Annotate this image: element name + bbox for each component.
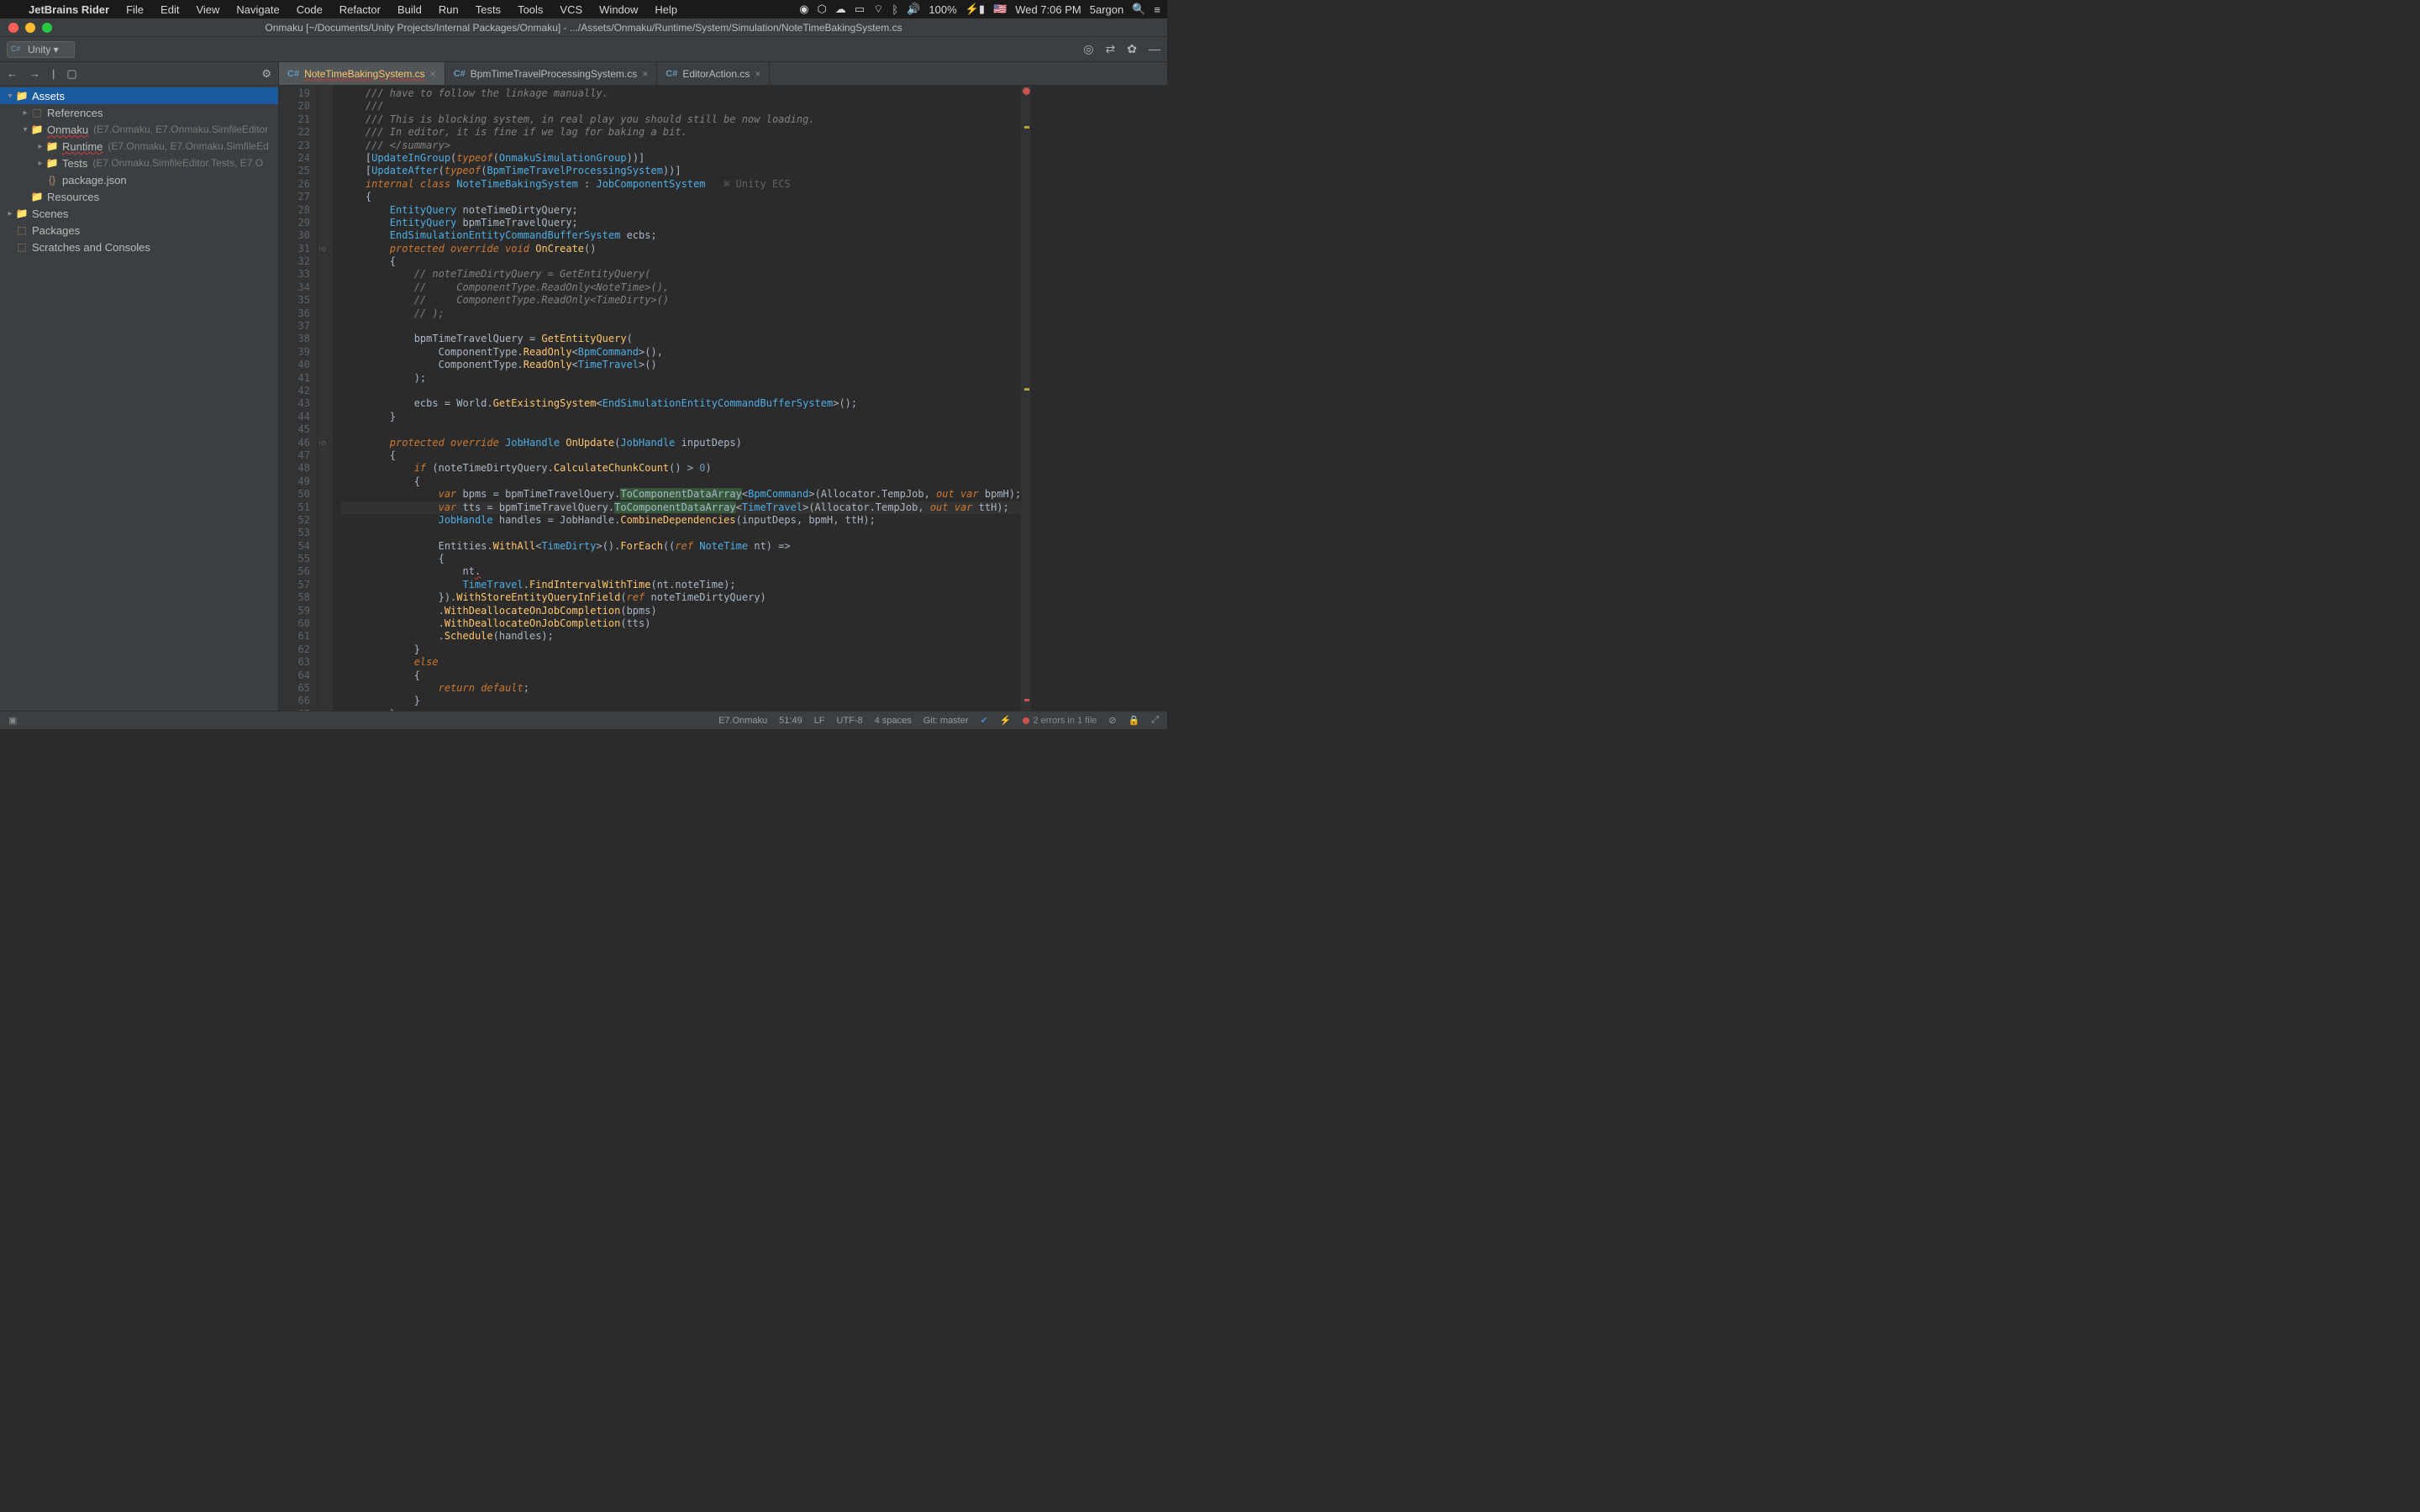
status-line-ending[interactable]: LF <box>814 716 825 726</box>
close-icon[interactable]: × <box>755 68 760 80</box>
tree-item[interactable]: ⬚Scratches and Consoles <box>0 239 278 255</box>
menu-code[interactable]: Code <box>288 3 331 16</box>
tree-item[interactable]: ▸📁Tests(E7.Onmaku.SimfileEditor.Tests, E… <box>0 155 278 171</box>
tree-item[interactable]: ▸⬚References <box>0 104 278 121</box>
status-errors[interactable]: 2 errors in 1 file <box>1023 716 1097 726</box>
display-icon[interactable]: ▭ <box>855 3 865 16</box>
tree-item[interactable]: ⬚Packages <box>0 222 278 239</box>
status-caret-position[interactable]: 51:49 <box>779 716 802 726</box>
status-bar: ▣ E7.Onmaku 51:49 LF UTF-8 4 spaces Git:… <box>0 711 1167 729</box>
tree-item[interactable]: ▾📁Onmaku(E7.Onmaku, E7.Onmaku.SimfileEdi… <box>0 121 278 138</box>
square-icon[interactable]: ▢ <box>66 67 76 81</box>
menu-help[interactable]: Help <box>646 3 686 16</box>
bolt-icon[interactable]: ⚡ <box>1000 715 1012 726</box>
menu-refactor[interactable]: Refactor <box>331 3 389 16</box>
flag-icon[interactable]: 🇺🇸 <box>993 3 1007 16</box>
app-name[interactable]: JetBrains Rider <box>20 3 118 16</box>
menu-tools[interactable]: Tools <box>509 3 551 16</box>
error-dot-icon <box>1023 717 1029 724</box>
marker-gutter[interactable]: ↑o↑o <box>318 86 333 711</box>
editor-area: C#NoteTimeBakingSystem.cs×C#BpmTimeTrave… <box>279 62 1167 711</box>
status-project: E7.Onmaku <box>718 716 767 726</box>
user[interactable]: 5argon <box>1090 3 1123 16</box>
tree-item[interactable]: {}package.json <box>0 171 278 188</box>
window-titlebar: Onmaku [~/Documents/Unity Projects/Inter… <box>0 18 1167 37</box>
tree-item[interactable]: 📁Resources <box>0 188 278 205</box>
error-indicator-icon[interactable] <box>1023 87 1030 95</box>
line-gutter[interactable]: 1920212223242526272829303132333435363738… <box>279 86 318 711</box>
status-encoding[interactable]: UTF-8 <box>837 716 863 726</box>
collapse-icon[interactable]: — <box>1149 42 1160 56</box>
bluetooth-icon[interactable]: ᛒ <box>892 3 898 16</box>
menu-build[interactable]: Build <box>389 3 430 16</box>
main-toolbar: Unity ▾ ◎ ⇄ ✿ — <box>0 37 1167 62</box>
editor-tab[interactable]: C#EditorAction.cs× <box>657 62 770 85</box>
menu-icon[interactable]: ≡ <box>1154 3 1160 16</box>
sync-icon[interactable]: ⇄ <box>1106 42 1116 56</box>
menu-navigate[interactable]: Navigate <box>228 3 287 16</box>
error-strip[interactable] <box>1021 86 1031 711</box>
no-entry-icon[interactable]: ⊘ <box>1108 715 1116 726</box>
status-git[interactable]: Git: master <box>923 716 969 726</box>
back-icon[interactable]: ← <box>7 67 18 80</box>
settings-icon[interactable]: ✿ <box>1127 42 1137 56</box>
forward-icon[interactable]: → <box>29 67 40 80</box>
macos-menubar: JetBrains Rider FileEditViewNavigateCode… <box>0 0 1167 18</box>
battery-icon[interactable]: ⚡▮ <box>965 3 985 16</box>
status-indent[interactable]: 4 spaces <box>875 716 912 726</box>
battery-text: 100% <box>929 3 956 16</box>
error-mark[interactable] <box>1024 699 1029 701</box>
menu-file[interactable]: File <box>118 3 152 16</box>
cloud-icon[interactable]: ☁ <box>835 3 846 16</box>
editor-tab[interactable]: C#BpmTimeTravelProcessingSystem.cs× <box>445 62 658 85</box>
menu-window[interactable]: Window <box>591 3 646 16</box>
menu-edit[interactable]: Edit <box>152 3 187 16</box>
tree-item[interactable]: ▸📁Runtime(E7.Onmaku, E7.Onmaku.SimfileEd <box>0 138 278 155</box>
checkmark-icon[interactable]: ✔ <box>981 715 988 726</box>
window-title: Onmaku [~/Documents/Unity Projects/Inter… <box>0 22 1167 34</box>
tree-item[interactable]: ▸📁Scenes <box>0 205 278 222</box>
menu-tests[interactable]: Tests <box>467 3 509 16</box>
code-editor[interactable]: /// have to follow the linkage manually.… <box>333 86 1021 711</box>
run-config-dropdown[interactable]: Unity ▾ <box>7 41 75 58</box>
lock-icon[interactable]: 🔒 <box>1128 715 1139 726</box>
menu-run[interactable]: Run <box>430 3 467 16</box>
volume-icon[interactable]: 🔊 <box>907 3 920 16</box>
wifi-icon[interactable]: ⌔ <box>873 3 883 16</box>
warning-mark[interactable] <box>1024 126 1029 129</box>
editor-tabs: C#NoteTimeBakingSystem.cs×C#BpmTimeTrave… <box>279 62 1167 86</box>
expand-icon[interactable]: ⤢ <box>1151 715 1159 726</box>
dropbox-icon[interactable]: ⬡ <box>818 3 827 16</box>
warning-mark[interactable] <box>1024 388 1029 391</box>
editor-tab[interactable]: C#NoteTimeBakingSystem.cs× <box>279 62 445 85</box>
target-icon[interactable]: ◎ <box>1083 42 1093 56</box>
divider-icon: | <box>52 67 55 80</box>
eye-icon[interactable]: ◉ <box>799 3 808 16</box>
project-tree[interactable]: ▾📁Assets▸⬚References▾📁Onmaku(E7.Onmaku, … <box>0 86 278 255</box>
close-icon[interactable]: × <box>430 68 436 80</box>
clock[interactable]: Wed 7:06 PM <box>1015 3 1081 16</box>
gear-icon[interactable]: ⚙ <box>261 67 271 81</box>
tree-item[interactable]: ▾📁Assets <box>0 87 278 104</box>
status-tray: ◉ ⬡ ☁ ▭ ⌔ ᛒ 🔊 100% ⚡▮ 🇺🇸 Wed 7:06 PM 5ar… <box>799 3 1160 16</box>
terminal-icon[interactable]: ▣ <box>8 715 17 726</box>
close-icon[interactable]: × <box>642 68 648 80</box>
menu-view[interactable]: View <box>187 3 228 16</box>
menu-vcs[interactable]: VCS <box>551 3 591 16</box>
sidebar-toolbar: ← → | ▢ ⚙ <box>0 62 278 86</box>
project-sidebar: ← → | ▢ ⚙ ▾📁Assets▸⬚References▾📁Onmaku(E… <box>0 62 279 711</box>
spotlight-icon[interactable]: 🔍 <box>1132 3 1145 16</box>
